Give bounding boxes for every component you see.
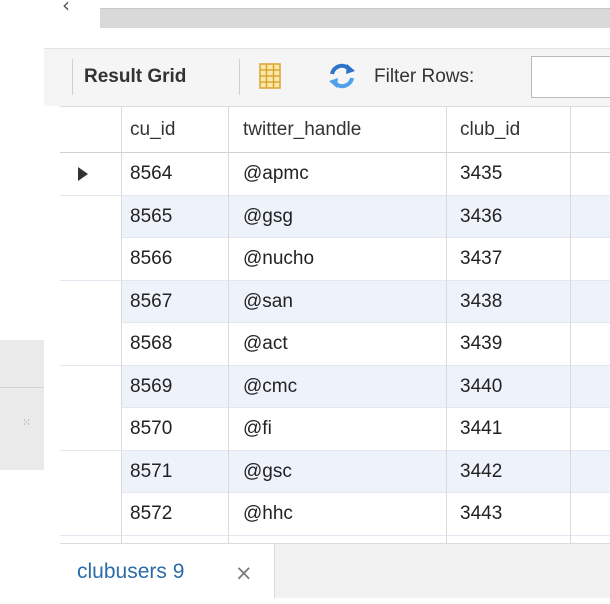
- table-row[interactable]: 8567 @san 3438: [60, 280, 610, 323]
- cell-twitter-handle[interactable]: @nucho: [243, 238, 314, 280]
- cell-twitter-handle[interactable]: @apmc: [243, 153, 309, 195]
- filter-rows-input[interactable]: [531, 56, 610, 98]
- table-row[interactable]: 8566 @nucho 3437: [60, 238, 610, 281]
- column-divider: [121, 106, 122, 543]
- toolbar-separator: [239, 59, 240, 95]
- row-header[interactable]: [60, 408, 121, 450]
- cell-club-id[interactable]: 3435: [460, 153, 502, 195]
- cell-club-id[interactable]: 3442: [460, 451, 502, 493]
- table-row[interactable]: 8572 @hhc 3443: [60, 493, 610, 536]
- cell-club-id[interactable]: 3440: [460, 366, 502, 408]
- column-header-twitter-handle[interactable]: twitter_handle: [243, 107, 361, 153]
- close-icon[interactable]: ×: [235, 561, 253, 585]
- row-header[interactable]: [60, 195, 121, 238]
- cell-club-id[interactable]: 3439: [460, 323, 502, 365]
- cell-twitter-handle[interactable]: @act: [243, 323, 288, 365]
- cell-cu-id[interactable]: 8568: [130, 323, 172, 365]
- table-row[interactable]: 8564 @apmc 3435: [60, 153, 610, 196]
- cell-club-id[interactable]: 3441: [460, 408, 502, 450]
- column-divider: [446, 106, 447, 543]
- column-header-cu-id[interactable]: cu_id: [130, 107, 175, 153]
- cell-twitter-handle[interactable]: @cmc: [243, 366, 297, 408]
- column-divider: [228, 106, 229, 543]
- filter-rows-label: Filter Rows:: [374, 66, 475, 87]
- cell-cu-id[interactable]: 8569: [130, 366, 172, 408]
- cell-club-id[interactable]: 3437: [460, 238, 502, 280]
- result-toolbar: Result Grid Filter Rows:: [44, 48, 610, 106]
- result-grid: cu_id twitter_handle club_id 8564 @apmc 34…: [60, 106, 610, 543]
- cell-cu-id[interactable]: 8564: [130, 153, 172, 195]
- cell-cu-id[interactable]: 8572: [130, 493, 172, 535]
- table-row[interactable]: 8568 @act 3439: [60, 323, 610, 366]
- table-row[interactable]: 8565 @gsg 3436: [60, 195, 610, 238]
- bottom-edge: [44, 598, 610, 604]
- row-header[interactable]: [60, 153, 121, 195]
- tab-label: clubusers 9: [77, 560, 185, 583]
- current-row-arrow-icon: [78, 167, 88, 181]
- top-scrollbar[interactable]: [100, 8, 610, 28]
- column-header-club-id[interactable]: club_id: [460, 107, 520, 153]
- cell-cu-id[interactable]: 8566: [130, 238, 172, 280]
- row-header[interactable]: [60, 323, 121, 365]
- row-header[interactable]: [60, 493, 121, 535]
- cell-twitter-handle[interactable]: @san: [243, 281, 293, 323]
- table-row[interactable]: 8569 @cmc 3440: [60, 365, 610, 408]
- top-strip: ‹: [0, 0, 610, 38]
- cell-twitter-handle[interactable]: @hhc: [243, 493, 293, 535]
- tab-clubusers[interactable]: clubusers 9 ×: [60, 544, 275, 604]
- cell-twitter-handle[interactable]: @fi: [243, 408, 272, 450]
- cell-cu-id[interactable]: 8571: [130, 451, 172, 493]
- left-side-panel: [0, 340, 44, 470]
- row-header[interactable]: [60, 450, 121, 493]
- resize-grip-icon[interactable]: ⁙: [22, 416, 31, 429]
- back-arrow-icon[interactable]: ‹: [62, 0, 92, 16]
- column-divider: [570, 106, 571, 543]
- cell-twitter-handle[interactable]: @gsc: [243, 451, 292, 493]
- row-header[interactable]: [60, 238, 121, 280]
- result-tab-bar: clubusers 9 ×: [60, 543, 610, 604]
- toolbar-separator: [72, 59, 73, 95]
- refresh-icon[interactable]: [327, 62, 357, 90]
- cell-club-id[interactable]: 3438: [460, 281, 502, 323]
- cell-cu-id[interactable]: 8570: [130, 408, 172, 450]
- grid-view-icon[interactable]: [259, 63, 281, 89]
- left-gutter: [0, 38, 44, 604]
- cell-club-id[interactable]: 3443: [460, 493, 502, 535]
- table-row[interactable]: 8571 @gsc 3442: [60, 450, 610, 493]
- result-grid-button[interactable]: Result Grid: [84, 66, 186, 88]
- left-panel-divider: [0, 387, 44, 388]
- cell-cu-id[interactable]: 8567: [130, 281, 172, 323]
- cell-twitter-handle[interactable]: @gsg: [243, 196, 293, 238]
- table-row[interactable]: 8570 @fi 3441: [60, 408, 610, 451]
- cell-cu-id[interactable]: 8565: [130, 196, 172, 238]
- row-header[interactable]: [60, 280, 121, 323]
- grid-header: cu_id twitter_handle club_id: [60, 106, 610, 153]
- cell-club-id[interactable]: 3436: [460, 196, 502, 238]
- row-header[interactable]: [60, 365, 121, 408]
